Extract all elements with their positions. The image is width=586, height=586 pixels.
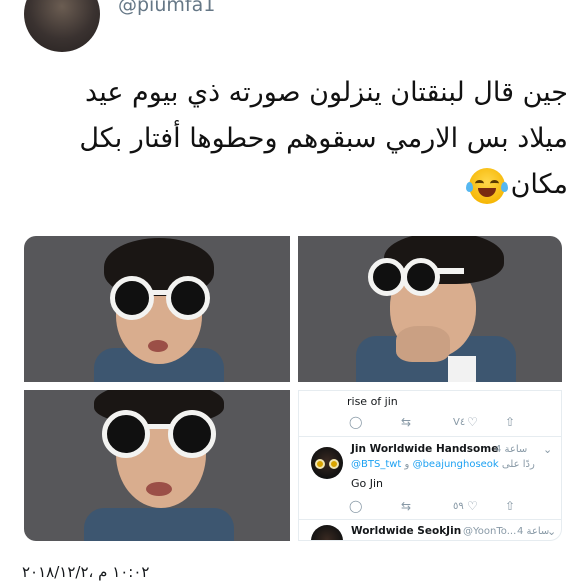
chevron-down-icon[interactable]: ⌄ bbox=[547, 525, 556, 538]
tweet-actions: ◯ ⇆ V٤ ♡ ⇧ bbox=[299, 415, 561, 431]
divider bbox=[299, 436, 561, 437]
retweet-icon[interactable]: ⇆ bbox=[401, 499, 411, 513]
tweet-line-2: ميلاد بس الارمي سبقوهم وحطوها أفتار بكل bbox=[79, 123, 568, 154]
reply-avatar[interactable] bbox=[311, 447, 343, 479]
mouth bbox=[148, 340, 168, 352]
tweet-line-3-text: مكان bbox=[510, 169, 568, 200]
reply-text: Go Jin bbox=[351, 477, 384, 490]
user-handle[interactable]: @piumfa1 bbox=[118, 0, 215, 16]
share-icon[interactable]: ⇧ bbox=[505, 415, 515, 429]
tweet-text: جين قال لبنقتان ينزلون صورته ذي بيوم عيد… bbox=[28, 70, 568, 208]
embedded-tweets-screenshot[interactable]: rise of jin ◯ ⇆ V٤ ♡ ⇧ Jin Worldwide Han… bbox=[298, 390, 562, 541]
reply-to-line: @BTS_twt و @beajunghoseok ردًا على bbox=[351, 459, 535, 470]
mention-joiner: و bbox=[404, 459, 410, 470]
mention-link[interactable]: @beajunghoseok bbox=[413, 459, 499, 470]
photo-2[interactable] bbox=[298, 236, 562, 382]
reply-to-label: ردًا على bbox=[501, 459, 535, 470]
shirt bbox=[448, 356, 476, 382]
reply-avatar[interactable] bbox=[311, 525, 343, 540]
profile-avatar[interactable] bbox=[24, 0, 100, 52]
reply-handle[interactable]: @YoonTo... bbox=[463, 526, 516, 537]
retweet-icon[interactable]: ⇆ bbox=[401, 415, 411, 429]
embedded-top-text: rise of jin bbox=[347, 395, 398, 408]
tweet-line-3: مكان bbox=[28, 162, 568, 208]
mention-link[interactable]: @BTS_twt bbox=[351, 459, 401, 470]
sunglasses bbox=[368, 258, 478, 296]
tweet-timestamp: ١٠:٠٢ م ،٢٠١٨/١٢/٢ bbox=[22, 563, 150, 581]
jacket bbox=[84, 508, 234, 541]
media-grid: rise of jin ◯ ⇆ V٤ ♡ ⇧ Jin Worldwide Han… bbox=[24, 236, 562, 541]
reply-icon[interactable]: ◯ bbox=[349, 415, 362, 429]
photo-1[interactable] bbox=[24, 236, 290, 382]
mouth bbox=[146, 482, 172, 496]
chevron-down-icon[interactable]: ⌄ bbox=[543, 443, 552, 456]
share-icon[interactable]: ⇧ bbox=[505, 499, 515, 513]
like-count: ٥٩ bbox=[453, 501, 464, 512]
divider bbox=[299, 519, 561, 520]
sunglasses bbox=[102, 410, 222, 458]
face-with-tears-of-joy-icon bbox=[465, 167, 508, 204]
reply-author-name[interactable]: Worldwide SeokJin bbox=[351, 525, 461, 537]
reply-time: 4 ساعة bbox=[517, 526, 550, 537]
sunglasses bbox=[110, 276, 210, 320]
reply-author-name[interactable]: Jin Worldwide Handsome bbox=[351, 443, 498, 455]
like-icon[interactable]: ♡ bbox=[467, 415, 478, 429]
tweet-line-1: جين قال لبنقتان ينزلون صورته ذي بيوم عيد bbox=[85, 77, 568, 108]
like-count: V٤ bbox=[453, 417, 466, 428]
photo-3[interactable] bbox=[24, 390, 290, 541]
reply-icon[interactable]: ◯ bbox=[349, 499, 362, 513]
reply-time: 4 ساعة bbox=[495, 444, 528, 455]
hand bbox=[396, 326, 450, 362]
tweet-actions: ◯ ⇆ ٥٩ ♡ ⇧ bbox=[299, 499, 561, 515]
like-icon[interactable]: ♡ bbox=[467, 499, 478, 513]
